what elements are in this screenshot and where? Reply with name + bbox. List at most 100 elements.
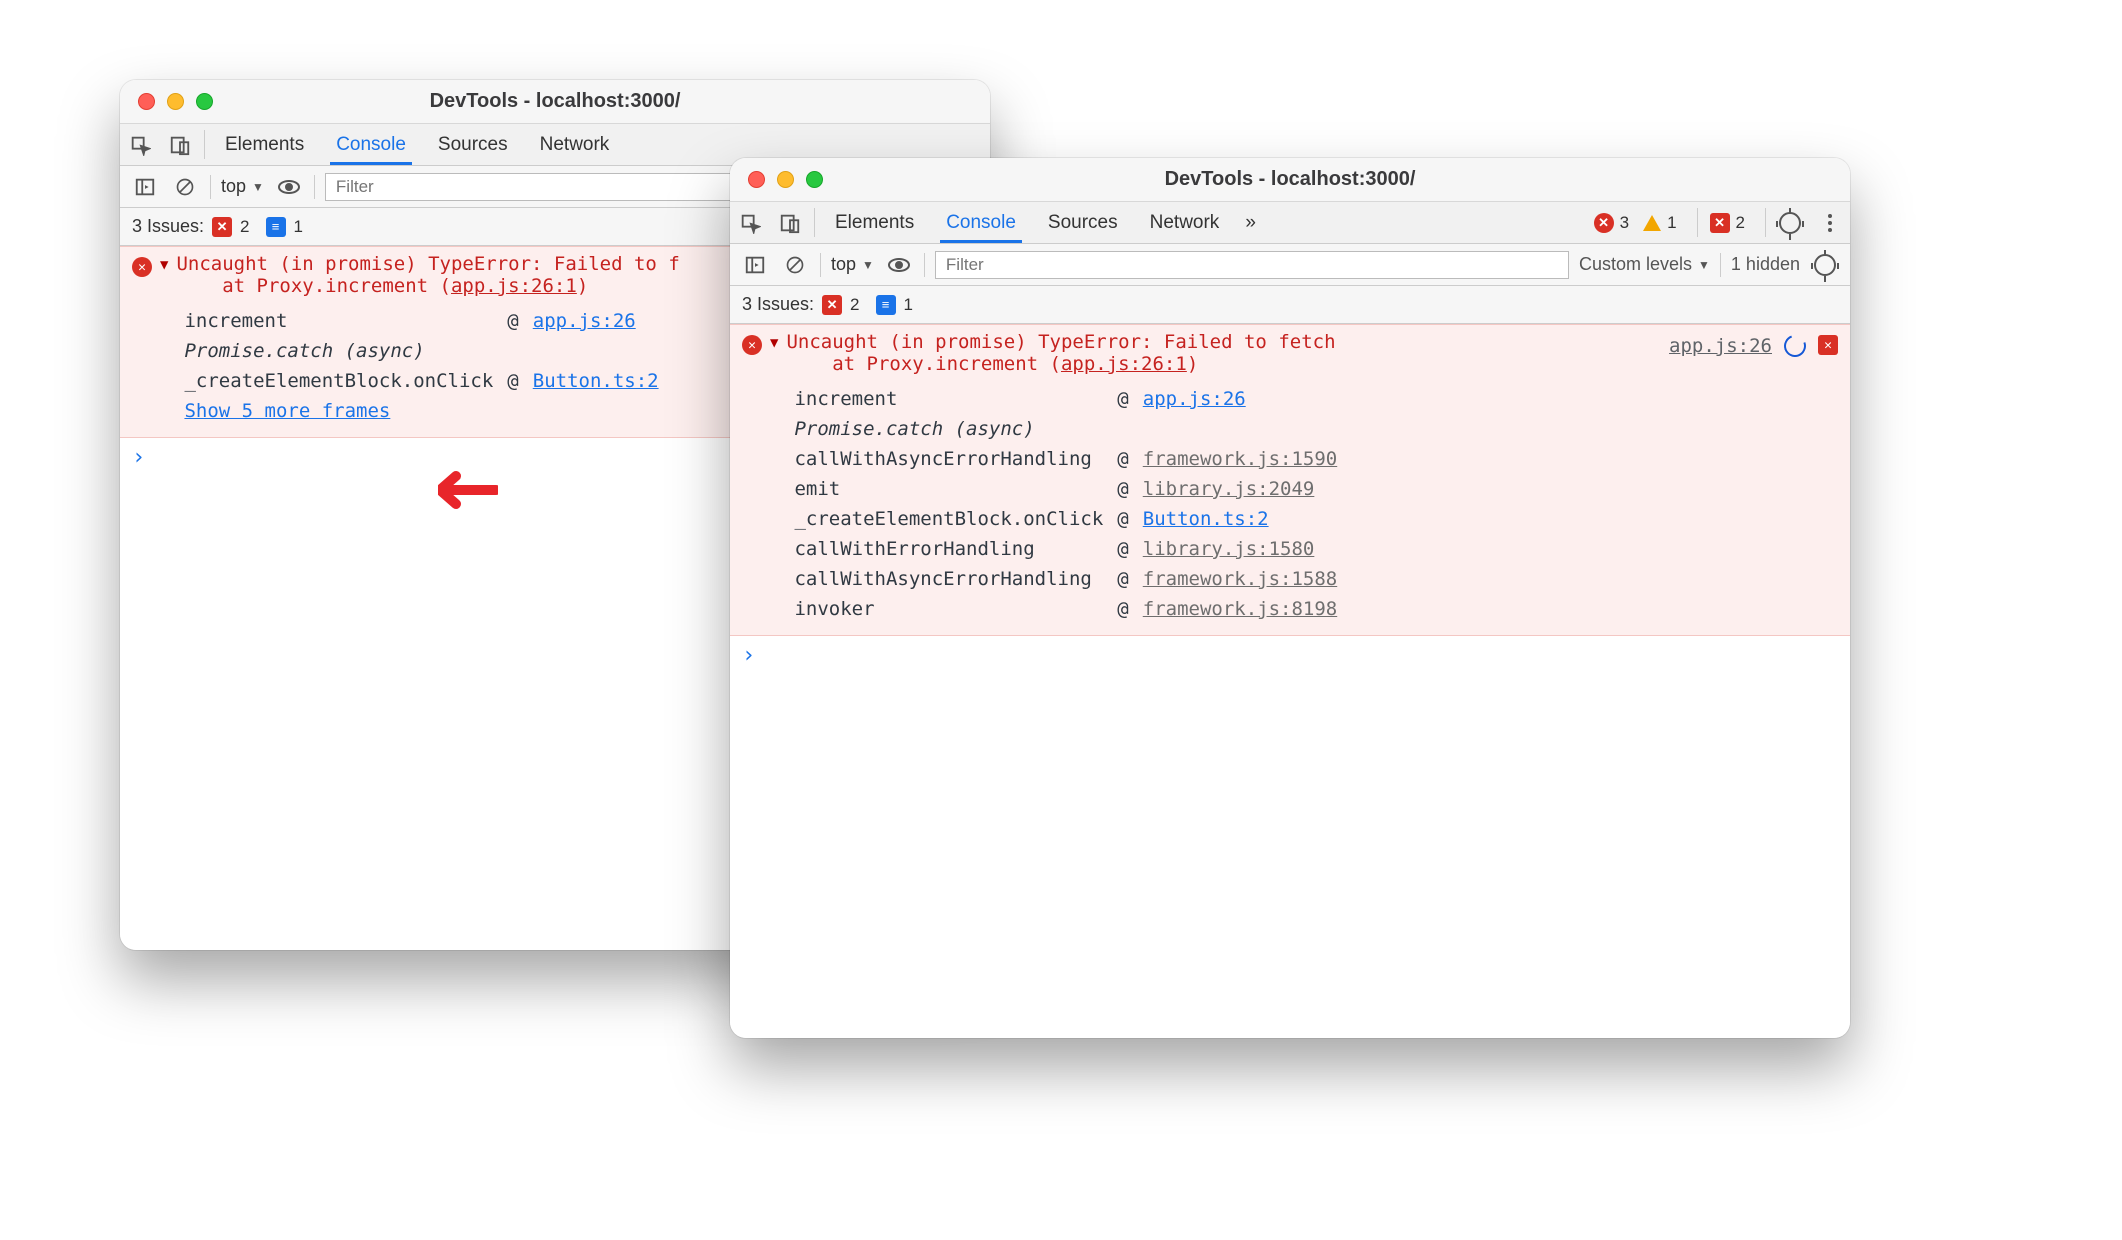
stack-function: increment (178, 307, 499, 335)
tab-sources[interactable]: Sources (1032, 202, 1134, 243)
zoom-window-button[interactable] (196, 93, 213, 110)
stack-trace: increment@app.js:26Promise.catch (async)… (786, 383, 1345, 625)
stack-at: @ (1111, 505, 1134, 533)
tab-sources[interactable]: Sources (422, 124, 524, 165)
context-selector[interactable]: top ▼ (221, 176, 264, 197)
stack-function: increment (788, 385, 1109, 413)
stack-trace: increment@app.js:26Promise.catch (async)… (176, 305, 666, 427)
stack-at: @ (501, 307, 524, 335)
stack-frame: _createElementBlock.onClick@ Button.ts:2 (178, 367, 664, 395)
inspect-element-icon[interactable] (730, 202, 770, 243)
stack-location-link[interactable]: framework.js:1588 (1143, 568, 1337, 590)
error-count: 2 (240, 217, 249, 237)
error-status-icon: ✕ (1594, 213, 1614, 233)
stack-frame: increment@ app.js:26 (788, 385, 1343, 413)
stack-frame: callWithAsyncErrorHandling@framework.js:… (788, 445, 1343, 473)
error-badge-icon: ✕ (1710, 213, 1730, 233)
live-expression-icon[interactable] (274, 179, 304, 195)
tabs-overflow-button[interactable]: » (1235, 202, 1266, 243)
device-toolbar-icon[interactable] (160, 124, 200, 165)
disclosure-triangle-icon[interactable]: ▼ (770, 335, 778, 625)
tab-network[interactable]: Network (1134, 202, 1236, 243)
stack-location-link[interactable]: app.js:26 (533, 310, 636, 332)
settings-gear-icon[interactable] (1770, 202, 1810, 243)
stack-function: emit (788, 475, 1109, 503)
traffic-lights (748, 171, 823, 188)
console-error-entry[interactable]: ✕ ▼ Uncaught (in promise) TypeError: Fai… (730, 324, 1850, 636)
reload-icon[interactable] (1784, 335, 1806, 357)
dismiss-error-icon[interactable]: ✕ (1818, 335, 1838, 355)
stack-at: @ (1111, 385, 1134, 413)
console-prompt[interactable]: › (730, 636, 1850, 674)
more-menu-icon[interactable] (1810, 202, 1850, 243)
caret-down-icon: ▼ (252, 180, 264, 194)
stack-location-link[interactable]: app.js:26 (1143, 388, 1246, 410)
clear-console-icon[interactable] (170, 177, 200, 197)
stack-frame: Promise.catch (async) (178, 337, 664, 365)
error-badge-icon: ✕ (822, 295, 842, 315)
error-badge-icon: ✕ (212, 217, 232, 237)
prompt-caret-icon: › (742, 643, 755, 668)
error-body: Uncaught (in promise) TypeError: Failed … (786, 331, 1661, 625)
stack-at: @ (501, 367, 524, 395)
close-window-button[interactable] (748, 171, 765, 188)
traffic-lights (138, 93, 213, 110)
minimize-window-button[interactable] (167, 93, 184, 110)
console-filter-bar: top ▼ Custom levels ▼ 1 hidden (730, 244, 1850, 286)
stack-frame: _createElementBlock.onClick@ Button.ts:2 (788, 505, 1343, 533)
caret-down-icon: ▼ (862, 258, 874, 272)
disclosure-triangle-icon[interactable]: ▼ (160, 257, 168, 427)
tab-console[interactable]: Console (320, 124, 422, 165)
stack-location-link[interactable]: library.js:2049 (1143, 478, 1315, 500)
stack-frame: callWithErrorHandling@ library.js:1580 (788, 535, 1343, 563)
context-label: top (831, 254, 856, 275)
device-toolbar-icon[interactable] (770, 202, 810, 243)
stack-function: _createElementBlock.onClick (788, 505, 1109, 533)
filter-input[interactable] (935, 251, 1569, 279)
tab-elements[interactable]: Elements (209, 124, 320, 165)
zoom-window-button[interactable] (806, 171, 823, 188)
console-settings-gear-icon[interactable] (1810, 254, 1840, 276)
devtools-window-expanded: DevTools - localhost:3000/ Elements Cons… (730, 158, 1850, 1038)
issues-bar[interactable]: 3 Issues: ✕ 2 ≡ 1 (730, 286, 1850, 324)
console-sidebar-toggle-icon[interactable] (130, 176, 160, 198)
titlebar: DevTools - localhost:3000/ (120, 80, 990, 124)
clear-console-icon[interactable] (780, 255, 810, 275)
hidden-count[interactable]: 1 hidden (1731, 254, 1800, 275)
context-selector[interactable]: top ▼ (831, 254, 874, 275)
error-source-link[interactable]: app.js:26:1 (1061, 353, 1187, 375)
stack-function: callWithAsyncErrorHandling (788, 565, 1109, 593)
window-title: DevTools - localhost:3000/ (120, 90, 990, 113)
live-expression-icon[interactable] (884, 257, 914, 273)
tab-console[interactable]: Console (930, 202, 1032, 243)
close-window-button[interactable] (138, 93, 155, 110)
error-icon: ✕ (132, 257, 152, 277)
tab-network[interactable]: Network (524, 124, 626, 165)
stack-function: _createElementBlock.onClick (178, 367, 499, 395)
error-actions: app.js:26 ✕ (1669, 335, 1838, 625)
status-badges[interactable]: ✕ 3 1 (1586, 202, 1693, 243)
stack-function: callWithAsyncErrorHandling (788, 445, 1109, 473)
issues-shortcut[interactable]: ✕ 2 (1702, 202, 1761, 243)
stack-location-link[interactable]: framework.js:1590 (1143, 448, 1337, 470)
error-source-link[interactable]: app.js:26:1 (451, 275, 577, 297)
log-levels-selector[interactable]: Custom levels ▼ (1579, 254, 1710, 275)
show-more-frames-link[interactable]: Show 5 more frames (184, 400, 390, 422)
stack-frame: increment@ app.js:26 (178, 307, 664, 335)
inspect-element-icon[interactable] (120, 124, 160, 165)
stack-location-link[interactable]: Button.ts:2 (1143, 508, 1269, 530)
stack-at: @ (1111, 535, 1134, 563)
minimize-window-button[interactable] (777, 171, 794, 188)
stack-location-link[interactable]: library.js:1580 (1143, 538, 1315, 560)
stack-location-link[interactable]: framework.js:8198 (1143, 598, 1337, 620)
issues-badge-count: 2 (1736, 213, 1745, 233)
console-sidebar-toggle-icon[interactable] (740, 254, 770, 276)
error-origin-link[interactable]: app.js:26 (1669, 335, 1772, 357)
stack-function: callWithErrorHandling (788, 535, 1109, 563)
stack-location-link[interactable]: Button.ts:2 (533, 370, 659, 392)
stack-frame: Promise.catch (async) (788, 415, 1343, 443)
titlebar: DevTools - localhost:3000/ (730, 158, 1850, 202)
info-badge-icon: ≡ (876, 295, 896, 315)
error-status-count: 3 (1620, 213, 1629, 233)
tab-elements[interactable]: Elements (819, 202, 930, 243)
